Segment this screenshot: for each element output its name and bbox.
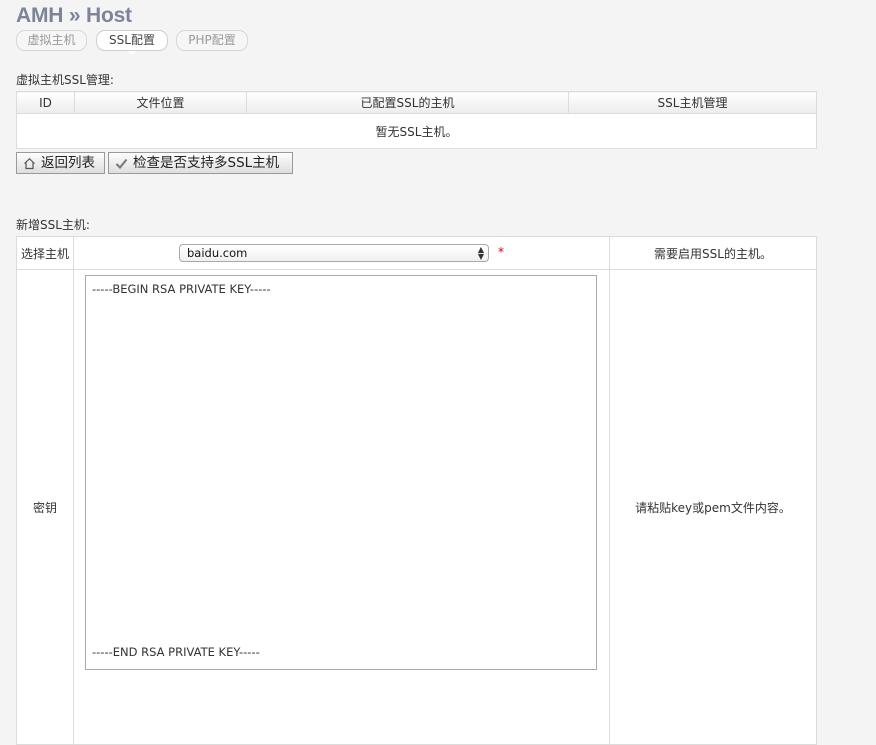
back-to-list-label: 返回列表 [41,155,95,171]
select-host-hint: 需要启用SSL的主机。 [609,236,817,270]
table-header-row: ID 文件位置 已配置SSL的主机 SSL主机管理 [16,91,817,114]
column-header-configured-hosts: 已配置SSL的主机 [246,91,569,114]
ssl-list-section-label: 虚拟主机SSL管理: [16,73,114,87]
tab-virtual-hosts[interactable]: 虚拟主机 [16,30,87,51]
key-begin-line: -----BEGIN RSA PRIVATE KEY----- [92,282,271,296]
empty-table-message: 暂无SSL主机。 [16,113,817,149]
ssl-host-table: ID 文件位置 已配置SSL的主机 SSL主机管理 暂无SSL主机。 [16,91,817,149]
new-ssl-section-label: 新增SSL主机: [16,218,90,232]
page-title: AMH » Host [16,4,132,27]
tab-php-config[interactable]: PHP配置 [176,30,248,51]
table-empty-row: 暂无SSL主机。 [16,113,817,149]
key-hint: 请粘贴key或pem文件内容。 [609,269,817,745]
private-key-textarea[interactable]: -----BEGIN RSA PRIVATE KEY----- -----END… [85,275,597,670]
key-label: 密钥 [16,269,74,745]
column-header-file-location: 文件位置 [74,91,247,114]
tab-ssl-config[interactable]: SSL配置 [96,30,168,55]
key-end-line: -----END RSA PRIVATE KEY----- [92,645,260,659]
column-header-id: ID [16,91,75,114]
select-arrows-icon: ▲ ▼ [477,245,484,261]
select-host-label: 选择主机 [16,236,74,270]
check-multi-ssl-button[interactable]: 检查是否支持多SSL主机 [108,152,293,174]
host-select-value: baidu.com [187,246,248,260]
host-select[interactable]: baidu.com ▲ ▼ [179,244,489,262]
back-to-list-button[interactable]: 返回列表 [16,152,105,174]
required-marker: * [498,245,504,259]
home-icon [23,157,36,170]
check-multi-ssl-label: 检查是否支持多SSL主机 [133,155,280,171]
column-header-ssl-management: SSL主机管理 [568,91,817,114]
check-icon [115,157,128,170]
